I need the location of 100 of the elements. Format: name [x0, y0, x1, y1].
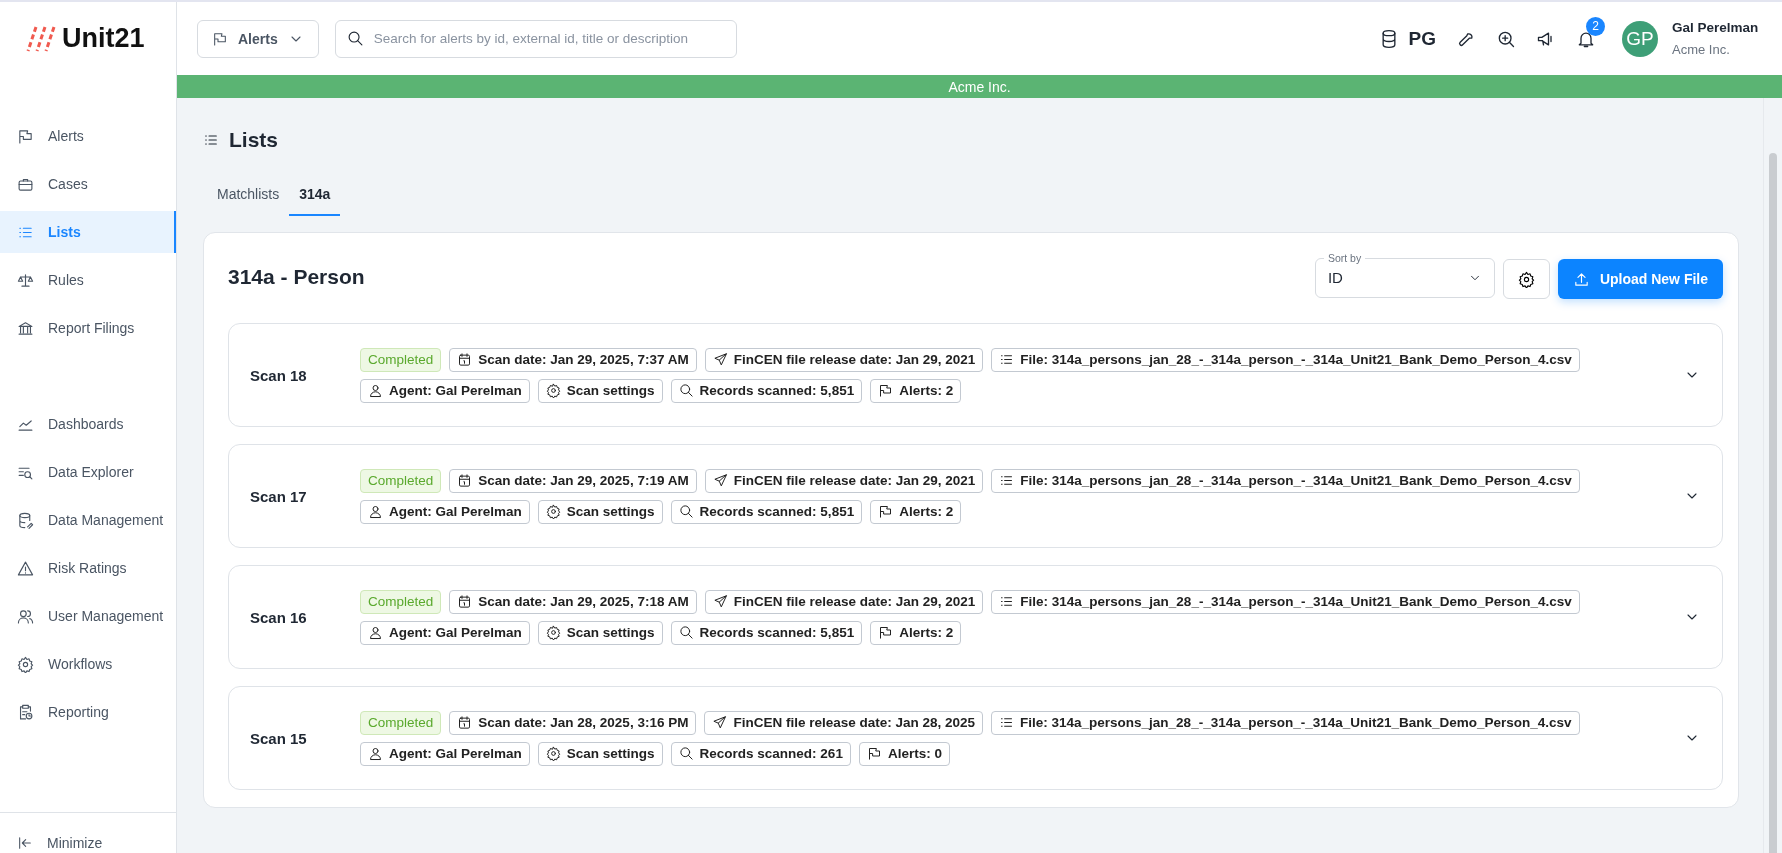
- info-chip: Alerts: 0: [858, 741, 950, 766]
- sidebar-item[interactable]: Cases: [0, 163, 176, 205]
- flag-icon: [212, 30, 228, 47]
- scan-name: Scan 18: [250, 366, 308, 384]
- scale-icon: [17, 271, 34, 289]
- search-icon: [678, 746, 694, 761]
- search-icon: [678, 504, 694, 519]
- list-icon: [203, 132, 219, 148]
- sidebar-item[interactable]: Risk Ratings: [0, 547, 176, 589]
- upload-button[interactable]: Upload New File: [1557, 259, 1723, 299]
- info-chip: Agent: Gal Perelman: [360, 378, 530, 403]
- sort-select[interactable]: Sort by ID: [1314, 252, 1495, 298]
- info-chip[interactable]: File: 314a_persons_jan_28_-_314a_person_-_314a_Unit21_Bank_Demo_Person_4.csv: [991, 710, 1580, 735]
- collapse-icon: [17, 835, 33, 851]
- list-icon: [999, 473, 1015, 488]
- person-icon: [368, 625, 383, 640]
- clipboard-icon: [17, 703, 34, 721]
- settings-icon: [545, 625, 561, 640]
- settings-button[interactable]: [1502, 259, 1550, 299]
- info-chip: Records scanned: 261: [670, 741, 851, 766]
- flag-icon: [866, 746, 882, 761]
- settings-icon: [545, 504, 561, 519]
- paper-plane-icon: [712, 715, 728, 730]
- user-name: Gal Perelman: [1672, 20, 1760, 35]
- info-chip[interactable]: Scan settings: [537, 741, 663, 766]
- flag-icon: [878, 504, 894, 519]
- tab[interactable]: Matchlists: [207, 176, 290, 216]
- info-chip: Records scanned: 5,851: [670, 378, 863, 403]
- flag-icon: [878, 625, 894, 640]
- settings-icon: [545, 746, 561, 761]
- paper-plane-icon: [712, 594, 728, 609]
- scan-name: Scan 15: [250, 729, 308, 747]
- sidebar-item[interactable]: Rules: [0, 259, 176, 301]
- gear-icon: [17, 655, 34, 673]
- info-chip: Scan date: Jan 29, 2025, 7:37 AM: [449, 347, 697, 372]
- database-icon: [17, 511, 34, 529]
- module-selector[interactable]: Alerts: [197, 19, 319, 58]
- sidebar-item[interactable]: Reporting: [0, 691, 176, 733]
- person-icon: [368, 504, 383, 519]
- bank-icon: [17, 319, 34, 337]
- page-title: Lists: [229, 128, 278, 152]
- scrollbar[interactable]: [1769, 153, 1777, 853]
- status-tag: Completed: [360, 347, 442, 372]
- settings-icon: [545, 383, 561, 398]
- sidebar-item[interactable]: Workflows: [0, 643, 176, 685]
- notification-badge: 2: [1586, 16, 1605, 36]
- info-chip[interactable]: File: 314a_persons_jan_28_-_314a_person_-_314a_Unit21_Bank_Demo_Person_4.csv: [991, 468, 1580, 493]
- organization-banner: Acme Inc.: [177, 75, 1782, 98]
- sort-label: Sort by: [1326, 252, 1363, 264]
- logo-icon: [26, 24, 56, 53]
- info-chip: Scan date: Jan 28, 2025, 3:16 PM: [449, 710, 697, 735]
- calendar-icon: [457, 352, 473, 367]
- flag-icon: [17, 127, 34, 145]
- calendar-icon: [457, 594, 473, 609]
- sidebar-item[interactable]: Data Management: [0, 499, 176, 541]
- scan-name: Scan 16: [250, 608, 308, 626]
- tenant-code[interactable]: PG: [1408, 27, 1436, 50]
- info-chip: Alerts: 2: [870, 378, 962, 403]
- scan-card[interactable]: [228, 565, 1723, 669]
- sidebar-item[interactable]: Data Explorer: [0, 451, 176, 493]
- info-chip[interactable]: File: 314a_persons_jan_28_-_314a_person_-_314a_Unit21_Bank_Demo_Person_4.csv: [991, 589, 1580, 614]
- list-icon: [999, 715, 1015, 730]
- status-tag: Completed: [360, 468, 442, 493]
- info-chip: Agent: Gal Perelman: [360, 741, 530, 766]
- info-chip: Agent: Gal Perelman: [360, 620, 530, 645]
- minimize-button[interactable]: Minimize: [0, 812, 176, 853]
- paper-plane-icon: [712, 473, 728, 488]
- users-icon: [17, 607, 34, 625]
- flag-icon: [878, 383, 894, 398]
- info-chip[interactable]: Scan settings: [537, 499, 663, 524]
- info-chip[interactable]: Scan settings: [537, 620, 663, 645]
- list-icon: [999, 352, 1015, 367]
- info-chip[interactable]: Scan settings: [537, 378, 663, 403]
- calendar-icon: [457, 715, 473, 730]
- sort-value: ID: [1327, 269, 1343, 286]
- info-chip[interactable]: File: 314a_persons_jan_28_-_314a_person_-_314a_Unit21_Bank_Demo_Person_4.csv: [991, 347, 1580, 372]
- search-icon: [678, 625, 694, 640]
- status-tag: Completed: [360, 589, 442, 614]
- scan-card[interactable]: [228, 444, 1723, 548]
- info-chip: FinCEN file release date: Jan 29, 2021: [704, 589, 984, 614]
- status-tag: Completed: [360, 710, 442, 735]
- warning-icon: [17, 559, 34, 577]
- sidebar-item[interactable]: User Management: [0, 595, 176, 637]
- settings-icon: [1517, 270, 1535, 288]
- info-chip: Records scanned: 5,851: [670, 499, 863, 524]
- sidebar-item[interactable]: Dashboards: [0, 403, 176, 445]
- info-chip: Scan date: Jan 29, 2025, 7:18 AM: [449, 589, 697, 614]
- search-field[interactable]: Search for alerts by id, external id, title or description: [334, 19, 737, 58]
- sidebar-item[interactable]: Alerts: [0, 115, 176, 157]
- scan-card[interactable]: [228, 323, 1723, 427]
- card-title: 314a - Person: [228, 265, 365, 289]
- person-icon: [368, 383, 383, 398]
- list-icon: [999, 594, 1015, 609]
- sidebar-item[interactable]: Report Filings: [0, 307, 176, 349]
- info-chip: Records scanned: 5,851: [670, 620, 863, 645]
- upload-icon: [1572, 270, 1590, 288]
- tab[interactable]: 314a: [289, 176, 341, 216]
- scan-card[interactable]: [228, 686, 1723, 790]
- user-organization: Acme Inc.: [1672, 42, 1731, 57]
- calendar-icon: [457, 473, 473, 488]
